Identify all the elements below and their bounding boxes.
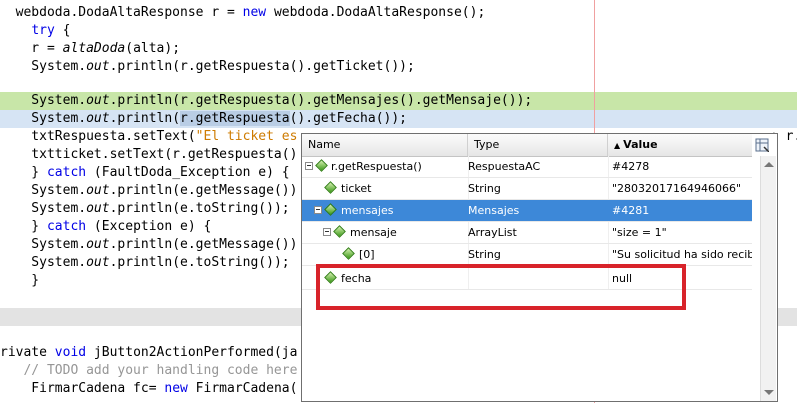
collapse-toggle-icon[interactable]: [314, 206, 322, 214]
column-header-value[interactable]: ▲ Value: [608, 134, 752, 156]
row-value: "28032017164946066": [612, 182, 742, 195]
collapse-toggle-icon[interactable]: [305, 162, 313, 170]
text-selection: r.getRespuesta: [180, 111, 290, 126]
row-name: mensajes: [341, 204, 394, 217]
row-name: ticket: [341, 182, 372, 195]
diamond-icon: [333, 225, 346, 238]
row-value: "Su solicitud ha sido recibi…: [612, 248, 752, 261]
diamond-icon: [324, 181, 337, 194]
code-line-6[interactable]: System.out.println(r.getRespuesta().getM…: [0, 92, 797, 110]
code-line-1[interactable]: webdoda.DodaAltaResponse r = new webdoda…: [0, 4, 797, 22]
triangle-up-icon: ▲: [614, 141, 621, 150]
collapse-toggle-icon[interactable]: [323, 228, 331, 236]
scroll-down-icon[interactable]: [764, 390, 774, 395]
row-value: "size = 1": [612, 226, 667, 239]
row-type: RespuestaAC: [468, 160, 541, 173]
table-row[interactable]: [0] String "Su solicitud ha sido recibi…: [302, 244, 752, 266]
row-name: [0]: [359, 248, 375, 261]
column-header-value-label: Value: [623, 138, 658, 151]
code-line-4[interactable]: System.out.println(r.getRespuesta().getT…: [0, 58, 797, 76]
vertical-scrollbar[interactable]: [760, 156, 776, 401]
table-row[interactable]: r.getRespuesta() RespuestaAC #4278: [302, 156, 752, 178]
table-columns-button[interactable]: [752, 134, 772, 156]
row-value: #4278: [612, 160, 650, 173]
column-header-name[interactable]: Name: [302, 134, 468, 156]
row-value: #4281: [612, 204, 650, 217]
row-type: Mensajes: [468, 204, 520, 217]
row-name: mensaje: [350, 226, 397, 239]
table-columns-icon: [755, 138, 769, 152]
code-line-2[interactable]: try {: [0, 22, 797, 40]
code-line-3[interactable]: r = altaDoda(alta);: [0, 40, 797, 58]
scroll-up-icon[interactable]: [764, 162, 774, 167]
table-row-selected[interactable]: mensajes Mensajes #4281: [302, 200, 752, 222]
diamond-icon: [324, 203, 337, 216]
row-type: ArrayList: [468, 226, 517, 239]
row-type: String: [468, 182, 501, 195]
annotation-highlight-box: [316, 264, 686, 310]
row-name: r.getRespuesta(): [331, 160, 422, 173]
table-row[interactable]: ticket String "28032017164946066": [302, 178, 752, 200]
diamond-icon: [342, 247, 355, 260]
diamond-icon: [315, 159, 328, 172]
table-header: Name Type ▲ Value: [302, 134, 752, 157]
row-type: String: [468, 248, 501, 261]
code-line-7[interactable]: System.out.println(r.getRespuesta().getF…: [0, 110, 797, 128]
column-header-type[interactable]: Type: [468, 134, 608, 156]
table-row[interactable]: mensaje ArrayList "size = 1": [302, 222, 752, 244]
